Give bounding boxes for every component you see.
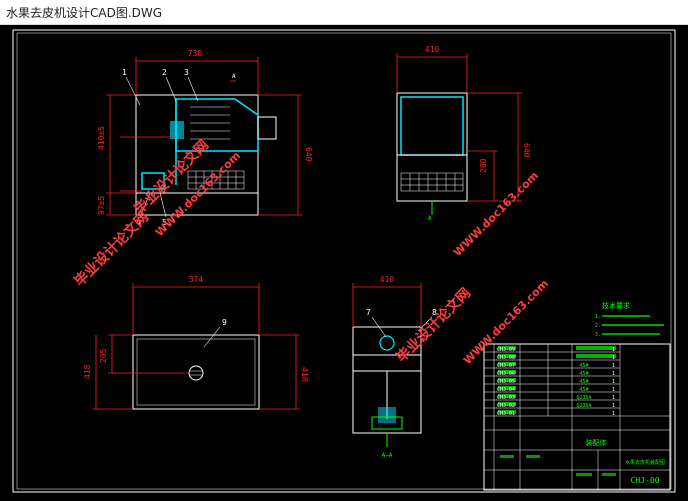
- section-view: 410 7 8 A—A: [352, 275, 437, 459]
- watermark-2-line2: WWW.doc163.com: [461, 277, 551, 367]
- side-vent-grid: [400, 172, 464, 192]
- bom-code-5: CHJ-05: [497, 379, 515, 385]
- tech-req-item-1: 1.: [595, 314, 601, 320]
- bom-material-2: 45#: [579, 371, 588, 377]
- plan-left-dim-upper: 205: [99, 348, 108, 363]
- title-block-drawing-no: CHJ-00: [631, 476, 660, 485]
- bom-material-6: Q235A: [576, 403, 591, 409]
- front-left-dim-lower: 97±5: [97, 196, 106, 215]
- front-gearbox: [170, 121, 184, 139]
- leader-2: 2: [162, 68, 167, 77]
- side-width-dim: 410: [425, 45, 440, 54]
- bom-material-5: Q235A: [576, 395, 591, 401]
- watermark-3-line1: 毕业设计论文网: [393, 285, 474, 366]
- plan-width-dim: 374: [189, 275, 204, 284]
- tech-req-heading: 技术要求: [602, 301, 630, 310]
- bom-code-8: CHJ-02: [497, 403, 515, 409]
- section-roller: [379, 335, 395, 351]
- bom-code-4: CHJ-06: [497, 371, 515, 377]
- cad-viewport[interactable]: 730 640 410±5 97±5 1 2 3 4 5 A 410 640 2…: [0, 25, 688, 501]
- front-width-dim: 730: [188, 49, 203, 58]
- watermark-3-line2: WWW.doc163.com: [451, 169, 541, 259]
- bom-assembly-label: 装配体: [586, 438, 607, 447]
- watermark-2-line1: 毕业设计论文网: [71, 209, 152, 290]
- bom-qty-4: 1: [612, 371, 615, 377]
- title-block-name: 水果去皮机装配图: [625, 459, 665, 466]
- side-hopper: [400, 96, 464, 156]
- section-label: A—A: [382, 452, 393, 459]
- plan-left-dim-outer: 418: [83, 364, 92, 379]
- leader-3: 3: [184, 68, 189, 77]
- sheet-inner-border: [16, 32, 672, 490]
- leader-1: 1: [122, 68, 127, 77]
- front-left-dim-upper: 410±5: [97, 126, 106, 150]
- bom-code-2: CHJ-08: [497, 355, 515, 361]
- bom-material-4: 45#: [579, 387, 588, 393]
- plan-right-dim: 418: [300, 367, 309, 382]
- plan-view: 374 205 418 418 9: [83, 275, 309, 410]
- front-section-mark: A: [232, 73, 236, 80]
- front-height-dim: 640: [304, 147, 313, 162]
- front-view: 730 640 410±5 97±5 1 2 3 4 5 A: [97, 49, 313, 227]
- side-inner-dim: 280: [479, 158, 488, 173]
- plan-outline: [132, 334, 260, 410]
- sheet-border: [12, 29, 676, 493]
- tech-req-item-2: 2.: [595, 323, 601, 329]
- bom-qty-1: 1: [612, 347, 615, 353]
- bom-code-1: CHJ-09: [497, 347, 515, 353]
- bom-material-1: 45#: [579, 363, 588, 369]
- front-motor: [257, 116, 277, 140]
- cad-drawing[interactable]: 730 640 410±5 97±5 1 2 3 4 5 A 410 640 2…: [0, 25, 688, 501]
- side-section-mark: A: [428, 215, 432, 222]
- bom-code-9: CHJ-01: [497, 411, 515, 417]
- bom-qty-5: 1: [612, 379, 615, 385]
- window-title: 水果去皮机设计CAD图.DWG: [6, 6, 163, 20]
- leader-9: 9: [222, 318, 227, 327]
- bom-qty-6: 1: [612, 387, 615, 393]
- tech-requirements: 技术要求 1. 2. 3.: [595, 301, 664, 338]
- window-titlebar: 水果去皮机设计CAD图.DWG: [0, 0, 688, 25]
- bom-code-6: CHJ-04: [497, 387, 515, 393]
- bom-qty-7: 1: [612, 395, 615, 401]
- bom-qty-2: 1: [612, 355, 615, 361]
- section-motor: [378, 407, 396, 423]
- bom-material-3: 45#: [579, 379, 588, 385]
- bom-qty-8: 1: [612, 403, 615, 409]
- bom-code-7: CHJ-03: [497, 395, 515, 401]
- bom-qty-9: 1: [612, 411, 615, 417]
- plan-hole: [188, 365, 204, 381]
- leader-7: 7: [366, 308, 371, 317]
- side-height-dim: 640: [522, 143, 531, 158]
- bom-qty-3: 1: [612, 363, 615, 369]
- section-width-dim: 410: [380, 275, 395, 284]
- bom-table: CHJ-09 CHJ-08 CHJ-07 CHJ-06 CHJ-05 CHJ-0…: [483, 343, 671, 491]
- bom-code-3: CHJ-07: [497, 363, 515, 369]
- tech-req-item-3: 3.: [595, 332, 601, 338]
